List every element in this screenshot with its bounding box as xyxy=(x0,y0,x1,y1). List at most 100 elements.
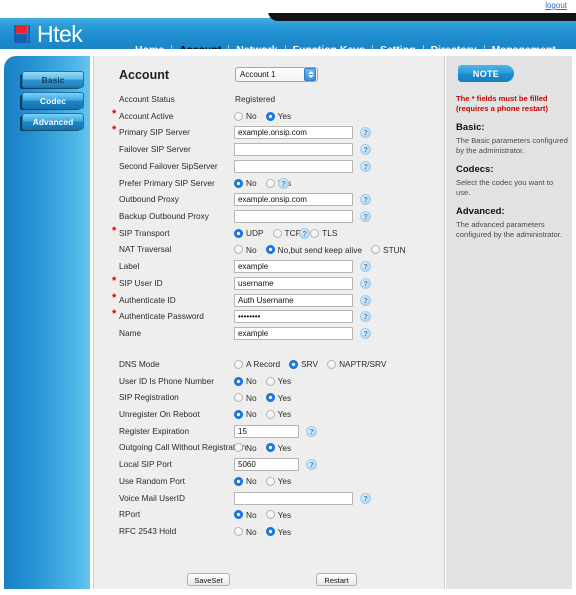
help-icon[interactable]: ? xyxy=(360,294,371,306)
radio-option[interactable]: Yes xyxy=(265,409,291,419)
radio-label: Yes xyxy=(277,442,292,453)
note-warning-text: The * fields must be filled (requires a … xyxy=(456,94,548,113)
radio-unselected-icon xyxy=(265,510,275,520)
radio-option[interactable]: No xyxy=(234,527,257,537)
radio-label: No,but send keep alive xyxy=(277,244,363,255)
saveset-button[interactable]: SaveSet xyxy=(187,573,230,586)
form-row: DNS Mode A Record SRV NAPTR/SRV xyxy=(94,356,446,373)
radio-unselected-icon xyxy=(327,359,337,369)
input-primary-sip-server[interactable] xyxy=(234,126,353,140)
radio-option[interactable]: No,but send keep alive xyxy=(265,244,363,255)
required-asterisk-icon: * xyxy=(112,291,117,304)
page-title: Account xyxy=(119,68,169,82)
help-icon[interactable]: ? xyxy=(360,261,371,273)
help-icon[interactable]: ? xyxy=(360,492,371,504)
radio-group: No Yes xyxy=(234,406,300,423)
radio-option[interactable]: Yes xyxy=(265,476,291,486)
input-failover-sip-server[interactable] xyxy=(234,143,353,157)
help-icon[interactable]: ? xyxy=(306,425,317,437)
input-second-failover-sipserver[interactable] xyxy=(234,159,353,173)
help-icon[interactable]: ? xyxy=(360,144,371,156)
field-label: SIP User ID xyxy=(119,277,163,288)
radio-group: A Record SRV NAPTR/SRV xyxy=(234,356,395,373)
form-row: Name? xyxy=(94,325,446,342)
note-tab-label: NOTE xyxy=(458,65,514,82)
form-row: Account Status Registered xyxy=(94,91,446,108)
htek-logo: Htek xyxy=(14,20,109,48)
input-label[interactable] xyxy=(234,260,353,274)
radio-option[interactable]: No xyxy=(234,178,257,188)
radio-label: No xyxy=(246,111,257,122)
help-icon[interactable]: ? xyxy=(299,227,310,239)
radio-option[interactable]: No xyxy=(234,376,257,386)
input-local-sip-port[interactable] xyxy=(234,458,299,472)
input-backup-outbound-proxy[interactable] xyxy=(234,210,353,224)
radio-option[interactable]: Yes xyxy=(265,442,292,453)
radio-unselected-icon xyxy=(234,245,243,255)
nav-item-directory[interactable]: Directory xyxy=(424,44,484,49)
radio-label: STUN xyxy=(383,244,406,255)
radio-option[interactable]: A Record xyxy=(234,359,280,369)
radio-option[interactable]: Yes xyxy=(265,111,291,121)
nav-item-network[interactable]: Network xyxy=(229,44,284,49)
radio-label: Yes xyxy=(277,526,292,537)
input-outbound-proxy[interactable] xyxy=(234,193,353,207)
radio-option[interactable]: No xyxy=(234,443,257,453)
input-authenticate-password[interactable] xyxy=(234,310,353,324)
radio-option[interactable]: SRV xyxy=(289,359,318,369)
help-icon[interactable]: ? xyxy=(278,177,289,189)
field-label: Account Active xyxy=(119,110,174,121)
input-authenticate-id[interactable] xyxy=(234,293,353,307)
nav-item-setting[interactable]: Setting xyxy=(373,44,423,49)
form-row: Use Random Port No Yes xyxy=(94,473,446,490)
help-icon[interactable]: ? xyxy=(360,160,371,172)
radio-option[interactable]: Yes xyxy=(265,393,291,403)
radio-option[interactable]: Yes xyxy=(265,376,291,386)
restart-button[interactable]: Restart xyxy=(316,573,357,586)
radio-option[interactable]: TLS xyxy=(310,228,337,238)
radio-option[interactable]: No xyxy=(234,409,257,419)
sidebar-item-codec[interactable]: Codec xyxy=(22,92,84,109)
nav-item-home[interactable]: Home xyxy=(128,44,171,49)
logout-link[interactable]: logout xyxy=(545,1,567,11)
nav-item-management[interactable]: Management xyxy=(485,44,563,49)
input-register-expiration[interactable] xyxy=(234,424,299,438)
radio-option[interactable]: No xyxy=(234,111,257,121)
help-icon[interactable]: ? xyxy=(360,277,371,289)
header-swoosh-decoration-2 xyxy=(268,13,576,21)
form-row: Label? xyxy=(94,258,446,275)
help-icon[interactable]: ? xyxy=(360,211,371,223)
radio-option[interactable]: UDP xyxy=(234,228,264,238)
input-sip-user-id[interactable] xyxy=(234,276,353,290)
radio-option[interactable]: NAPTR/SRV xyxy=(327,359,386,369)
field-label: Use Random Port xyxy=(119,475,185,486)
page-bottom-fill xyxy=(0,589,576,595)
sidebar-item-basic[interactable]: Basic xyxy=(22,71,84,88)
radio-option[interactable]: TCP xyxy=(272,228,301,238)
input-name[interactable] xyxy=(234,327,353,341)
field-label: Backup Outbound Proxy xyxy=(119,211,209,222)
radio-label: TLS xyxy=(322,228,338,239)
radio-option[interactable]: No xyxy=(234,393,257,403)
radio-option[interactable]: No xyxy=(234,476,257,486)
help-icon[interactable]: ? xyxy=(360,328,371,340)
radio-option[interactable]: Yes xyxy=(265,526,292,537)
field-label: Register Expiration xyxy=(119,425,190,436)
field-value-readonly: Registered xyxy=(235,94,276,104)
account-select[interactable]: Account 1Account 2Account 3Account 4 xyxy=(235,67,318,82)
nav-item-account[interactable]: Account xyxy=(172,44,228,49)
radio-option[interactable]: No xyxy=(234,510,257,520)
form-row: Second Failover SipServer? xyxy=(94,158,446,175)
nav-item-function-keys[interactable]: Function Keys xyxy=(286,44,372,49)
sidebar-item-advanced[interactable]: Advanced xyxy=(22,113,84,130)
radio-option[interactable]: No xyxy=(234,245,257,255)
input-voice-mail-userid[interactable] xyxy=(234,491,353,505)
help-icon[interactable]: ? xyxy=(360,194,371,206)
help-icon[interactable]: ? xyxy=(306,459,317,471)
radio-option[interactable]: Yes xyxy=(265,510,291,520)
form-row: RFC 2543 Hold No Yes xyxy=(94,523,446,540)
help-icon[interactable]: ? xyxy=(360,127,371,139)
radio-option[interactable]: STUN xyxy=(371,245,406,255)
help-icon[interactable]: ? xyxy=(360,311,371,323)
radio-unselected-icon xyxy=(234,393,243,403)
